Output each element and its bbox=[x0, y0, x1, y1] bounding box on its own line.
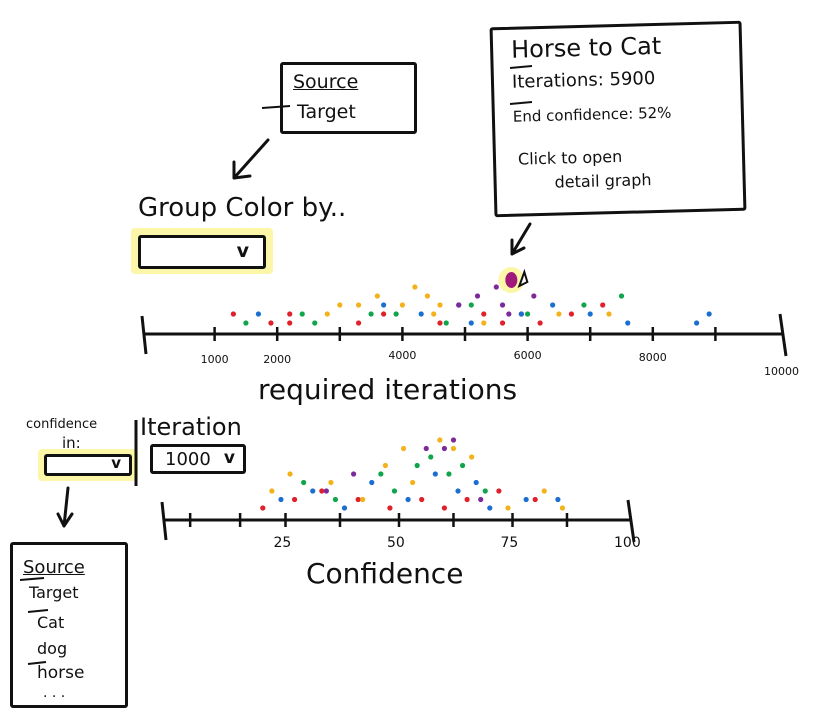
data-point-blue[interactable] bbox=[369, 479, 375, 486]
data-point-red[interactable] bbox=[419, 496, 425, 503]
data-point-green[interactable] bbox=[391, 488, 398, 494]
data-point-red[interactable] bbox=[260, 505, 266, 511]
data-point-yellow[interactable] bbox=[269, 488, 275, 494]
data-point-red[interactable] bbox=[291, 496, 298, 503]
data-point-purple[interactable] bbox=[478, 496, 484, 503]
data-point-green[interactable] bbox=[414, 462, 420, 469]
data-point-green[interactable] bbox=[301, 479, 307, 486]
confidence-axis-label: Confidence bbox=[306, 557, 464, 590]
data-point-blue[interactable] bbox=[310, 488, 316, 494]
data-point-blue[interactable] bbox=[555, 496, 561, 503]
tick-label: 75 bbox=[500, 535, 519, 551]
data-point-green[interactable] bbox=[428, 454, 434, 460]
data-point-yellow[interactable] bbox=[382, 462, 388, 469]
data-point-blue[interactable] bbox=[278, 496, 284, 503]
data-point-blue[interactable] bbox=[405, 496, 411, 503]
data-point-yellow[interactable] bbox=[450, 445, 457, 452]
data-point-yellow[interactable] bbox=[360, 496, 366, 503]
data-point-blue[interactable] bbox=[473, 479, 479, 486]
data-point-yellow[interactable] bbox=[287, 471, 293, 477]
data-point-red[interactable] bbox=[441, 505, 447, 511]
data-point-blue[interactable] bbox=[432, 471, 438, 477]
data-point-red[interactable] bbox=[464, 496, 470, 503]
data-point-green[interactable] bbox=[482, 488, 488, 494]
data-point-yellow[interactable] bbox=[541, 488, 547, 494]
confidence-scatter-chart bbox=[160, 437, 636, 543]
data-point-yellow[interactable] bbox=[559, 505, 566, 511]
data-point-purple[interactable] bbox=[323, 488, 329, 494]
data-point-purple[interactable] bbox=[351, 471, 357, 477]
data-point-red[interactable] bbox=[496, 488, 502, 494]
data-point-green[interactable] bbox=[459, 462, 466, 469]
data-point-yellow[interactable] bbox=[469, 454, 475, 460]
data-point-red[interactable] bbox=[387, 505, 393, 511]
data-point-yellow[interactable] bbox=[400, 445, 407, 452]
data-point-yellow[interactable] bbox=[505, 505, 511, 511]
data-point-purple[interactable] bbox=[441, 445, 447, 452]
data-point-blue[interactable] bbox=[455, 488, 461, 494]
tick-label: 100 bbox=[614, 535, 641, 551]
data-point-blue[interactable] bbox=[341, 505, 348, 511]
data-point-purple[interactable] bbox=[423, 445, 429, 452]
data-point-yellow[interactable] bbox=[328, 479, 334, 486]
data-point-green[interactable] bbox=[332, 496, 339, 503]
data-point-yellow[interactable] bbox=[437, 437, 443, 443]
tick-label: 50 bbox=[387, 535, 405, 551]
data-point-yellow[interactable] bbox=[410, 479, 416, 486]
data-point-blue[interactable] bbox=[523, 496, 529, 503]
axis-end-left bbox=[160, 501, 168, 541]
data-point-red[interactable] bbox=[355, 496, 361, 503]
data-point-green[interactable] bbox=[446, 471, 452, 477]
data-point-blue[interactable] bbox=[487, 505, 493, 511]
data-point-green[interactable] bbox=[378, 471, 384, 477]
data-point-red[interactable] bbox=[532, 496, 538, 503]
tick-label: 25 bbox=[273, 535, 292, 551]
data-point-red[interactable] bbox=[319, 488, 325, 494]
data-point-purple[interactable] bbox=[450, 437, 457, 443]
